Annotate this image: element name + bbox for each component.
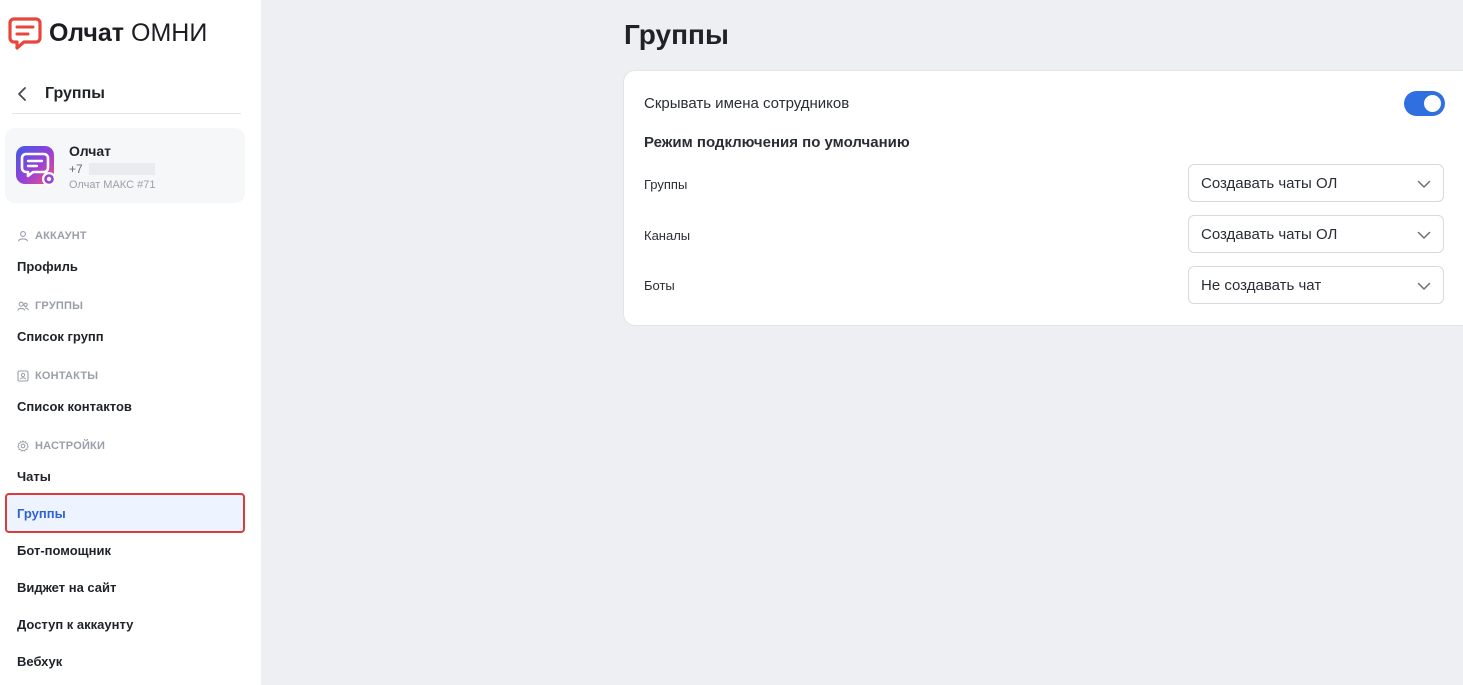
account-avatar bbox=[16, 146, 56, 186]
sidebar-item-contact-list[interactable]: Список контактов bbox=[5, 388, 245, 425]
hide-names-toggle[interactable] bbox=[1404, 91, 1445, 116]
channels-mode-select[interactable]: Создавать чаты ОЛ bbox=[1188, 215, 1444, 253]
channels-mode-value: Создавать чаты ОЛ bbox=[1201, 225, 1338, 243]
page-title: Группы bbox=[624, 19, 729, 50]
brand-logo[interactable]: Олчат ОМНИ bbox=[8, 16, 207, 50]
users-icon bbox=[17, 301, 29, 311]
back-button[interactable] bbox=[12, 82, 32, 106]
groups-mode-select[interactable]: Создавать чаты ОЛ bbox=[1188, 164, 1444, 202]
sidebar-item-group-list[interactable]: Список групп bbox=[5, 318, 245, 355]
option-label-channels: Каналы bbox=[644, 228, 691, 243]
chevron-down-icon bbox=[1417, 180, 1431, 188]
brand-name: Олчат ОМНИ bbox=[49, 18, 208, 47]
contacts-icon bbox=[17, 370, 29, 382]
settings-card: Скрывать имена сотрудников Режим подключ… bbox=[623, 70, 1463, 326]
option-label-groups: Группы bbox=[644, 177, 688, 192]
section-groups: ГРУППЫ bbox=[17, 299, 83, 313]
sidebar-item-bot-assistant[interactable]: Бот-помощник bbox=[5, 532, 245, 569]
sidebar-title: Группы bbox=[45, 84, 105, 102]
hide-names-label: Скрывать имена сотрудников bbox=[644, 95, 850, 112]
account-phone: +7 bbox=[69, 162, 155, 176]
sidebar-item-account-access[interactable]: Доступ к аккаунту bbox=[5, 606, 245, 643]
account-subtitle: Олчат МАКС #71 bbox=[69, 179, 156, 191]
toggle-knob bbox=[1424, 95, 1441, 112]
section-contacts: КОНТАКТЫ bbox=[17, 369, 98, 383]
sidebar-item-webhook[interactable]: Вебхук bbox=[5, 643, 245, 680]
section-settings: НАСТРОЙКИ bbox=[17, 439, 105, 453]
groups-mode-value: Создавать чаты ОЛ bbox=[1201, 174, 1338, 192]
user-icon bbox=[17, 231, 29, 242]
section-account: АККАУНТ bbox=[17, 229, 87, 243]
bots-mode-value: Не создавать чат bbox=[1201, 276, 1322, 294]
redacted-phone bbox=[88, 163, 155, 175]
sidebar-item-chats[interactable]: Чаты bbox=[5, 458, 245, 495]
sidebar-item-profile[interactable]: Профиль bbox=[5, 248, 245, 285]
gear-icon bbox=[17, 440, 29, 452]
sidebar-item-groups-settings[interactable]: Группы bbox=[5, 493, 245, 533]
sidebar: Олчат ОМНИ Группы Олчат +7 Олчат МАКС #7… bbox=[0, 0, 261, 685]
chevron-down-icon bbox=[1417, 231, 1431, 239]
account-name: Олчат bbox=[69, 143, 112, 159]
chevron-left-icon bbox=[18, 86, 26, 101]
connection-mode-heading: Режим подключения по умолчанию bbox=[644, 134, 910, 151]
account-card[interactable]: Олчат +7 Олчат МАКС #71 bbox=[5, 128, 245, 203]
chevron-down-icon bbox=[1417, 282, 1431, 290]
chat-bubble-logo-icon bbox=[8, 17, 42, 50]
option-label-bots: Боты bbox=[644, 278, 675, 293]
sidebar-header: Группы bbox=[12, 74, 241, 114]
bots-mode-select[interactable]: Не создавать чат bbox=[1188, 266, 1444, 304]
sidebar-item-site-widget[interactable]: Виджет на сайт bbox=[5, 569, 245, 606]
